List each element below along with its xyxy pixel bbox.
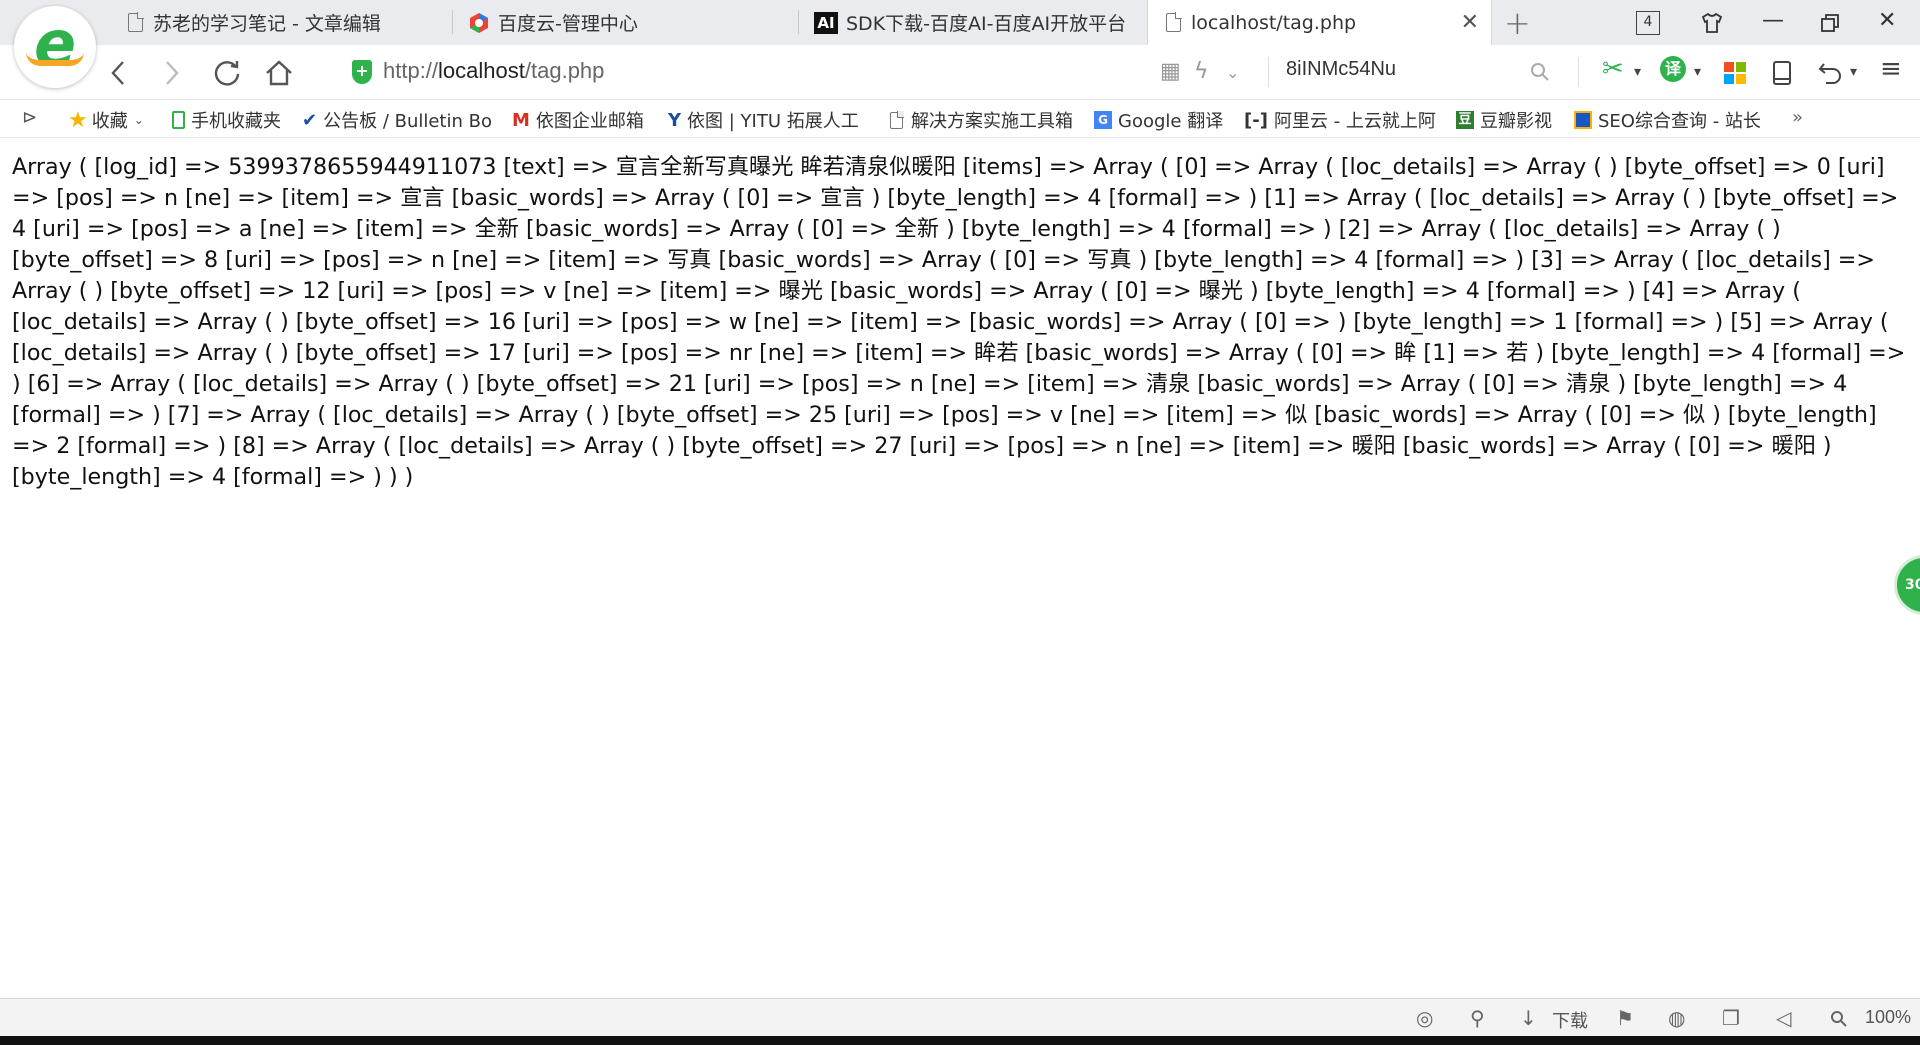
baidu-cloud-icon <box>470 12 488 33</box>
tab-baidu-ai-sdk[interactable]: AI SDK下载-百度AI-百度AI开放平台 <box>800 0 1145 45</box>
close-window-icon[interactable]: ✕ <box>1878 8 1896 33</box>
document-icon <box>128 12 144 32</box>
speed-icon[interactable]: ◎ <box>1416 1006 1433 1030</box>
bookmark-yitu-mail[interactable]: M 依图企业邮箱 <box>512 107 657 133</box>
bookmark-yitu[interactable]: Y 依图 | YITU 拓展人工 <box>668 107 868 133</box>
douban-icon: 豆 <box>1456 111 1474 129</box>
search-icon[interactable] <box>1530 62 1550 82</box>
lightning-icon[interactable]: ϟ <box>1194 59 1209 84</box>
chevron-down-icon[interactable]: ▾ <box>1850 64 1857 80</box>
menu-icon[interactable]: ≡ <box>1880 54 1902 84</box>
bookmarks-bar: ⊳ ★ 收藏 ⌄ 手机收藏夹 ✔ 公告板 / Bulletin Bo M 依图企… <box>0 100 1920 138</box>
tab-localhost-tag[interactable]: localhost/tag.php ✕ <box>1147 0 1492 45</box>
document-icon <box>1166 12 1182 32</box>
zoom-level[interactable]: 100% <box>1865 1007 1911 1028</box>
chevron-down-icon: ⌄ <box>133 113 144 127</box>
chevron-down-icon[interactable]: ▾ <box>1634 64 1641 80</box>
tab-study-notes[interactable]: 苏老的学习笔记 - 文章编辑 <box>110 0 450 45</box>
sidebar-toggle-icon[interactable]: ⊳ <box>22 107 37 128</box>
close-tab-icon[interactable]: ✕ <box>1461 10 1479 35</box>
tab-label: SDK下载-百度AI-百度AI开放平台 <box>846 13 1127 35</box>
bookmark-bulletin[interactable]: ✔ 公告板 / Bulletin Bo <box>302 107 492 133</box>
undo-icon[interactable] <box>1818 60 1844 84</box>
aliyun-icon: [-] <box>1244 109 1268 131</box>
tab-label: localhost/tag.php <box>1191 11 1357 34</box>
qr-code-icon[interactable]: ▦ <box>1160 59 1181 84</box>
browser-logo-icon[interactable]: e <box>14 6 96 88</box>
phone-icon <box>172 111 185 129</box>
restore-icon[interactable] <box>1820 13 1840 33</box>
scissors-icon[interactable]: ✂ <box>1602 54 1624 84</box>
tab-baidu-cloud[interactable]: 百度云-管理中心 <box>454 0 794 45</box>
address-input[interactable]: http://localhost/tag.php <box>383 58 604 84</box>
bookmark-douban[interactable]: 豆 豆瓣影视 <box>1456 107 1561 133</box>
skin-shirt-icon[interactable] <box>1700 11 1724 35</box>
bulletin-icon: ✔ <box>302 109 318 131</box>
more-bookmarks-icon[interactable]: » <box>1792 107 1803 128</box>
browser-icon[interactable]: ◍ <box>1668 1006 1685 1030</box>
translate-icon[interactable]: 译 <box>1660 56 1686 82</box>
back-icon[interactable] <box>108 59 128 87</box>
page-output-text: Array ( [log_id] => 5399378655944911073 … <box>12 154 1906 490</box>
search-input[interactable]: 8iINMc54Nu <box>1286 58 1396 81</box>
star-icon: ★ <box>68 107 88 133</box>
minimize-icon[interactable]: — <box>1762 8 1784 33</box>
tablet-icon[interactable] <box>1772 60 1792 86</box>
bookmark-toolbox[interactable]: 解决方案实施工具箱 <box>888 107 1083 133</box>
reload-icon[interactable] <box>212 58 242 88</box>
taskbar-edge <box>0 1036 1920 1045</box>
security-shield-icon[interactable]: + <box>352 60 372 84</box>
apps-grid-icon[interactable] <box>1724 62 1746 84</box>
document-icon <box>890 110 904 129</box>
yitu-icon: Y <box>668 109 682 131</box>
chevron-down-icon[interactable]: ⌄ <box>1226 63 1239 82</box>
tab-count-button[interactable]: 4 <box>1636 11 1660 35</box>
new-tab-button[interactable]: + <box>1504 4 1531 42</box>
flag-icon[interactable]: ⚑ <box>1616 1006 1634 1030</box>
floating-speed-widget[interactable]: 30 <box>1894 555 1920 615</box>
tab-strip: e 苏老的学习笔记 - 文章编辑 百度云-管理中心 AI SDK下载-百度AI-… <box>0 0 1920 88</box>
chevron-down-icon[interactable]: ▾ <box>1694 64 1701 80</box>
window-icon[interactable]: ❐ <box>1722 1006 1740 1030</box>
bookmark-seo[interactable]: SEO综合查询 - 站长 <box>1574 107 1770 133</box>
zoom-icon[interactable] <box>1830 1010 1848 1028</box>
tab-label: 苏老的学习笔记 - 文章编辑 <box>153 13 381 35</box>
bookmark-aliyun[interactable]: [-] 阿里云 - 上云就上阿 <box>1244 107 1440 133</box>
pin-icon[interactable]: ⚲ <box>1470 1006 1485 1030</box>
baidu-ai-icon: AI <box>814 11 838 34</box>
google-translate-icon: G <box>1094 111 1112 129</box>
download-label[interactable]: 下载 <box>1552 1007 1588 1033</box>
download-icon[interactable]: ↓ <box>1520 1006 1537 1030</box>
home-icon[interactable] <box>264 58 294 88</box>
sound-icon[interactable]: ◁ <box>1776 1006 1791 1030</box>
bookmark-favorites[interactable]: ★ 收藏 ⌄ <box>68 107 163 133</box>
tab-label: 百度云-管理中心 <box>498 13 638 35</box>
mail-icon: M <box>512 109 530 131</box>
seo-icon <box>1574 111 1592 129</box>
status-bar: ◎ ⚲ ↓ 下载 ⚑ ◍ ❐ ◁ 100% <box>0 998 1920 1036</box>
navigation-bar: + http://localhost/tag.php ▦ ϟ ⌄ 8iINMc5… <box>0 45 1920 100</box>
bookmark-mobile[interactable]: 手机收藏夹 <box>172 107 292 133</box>
forward-icon[interactable] <box>162 59 182 87</box>
bookmark-google-translate[interactable]: G Google 翻译 <box>1094 107 1234 133</box>
